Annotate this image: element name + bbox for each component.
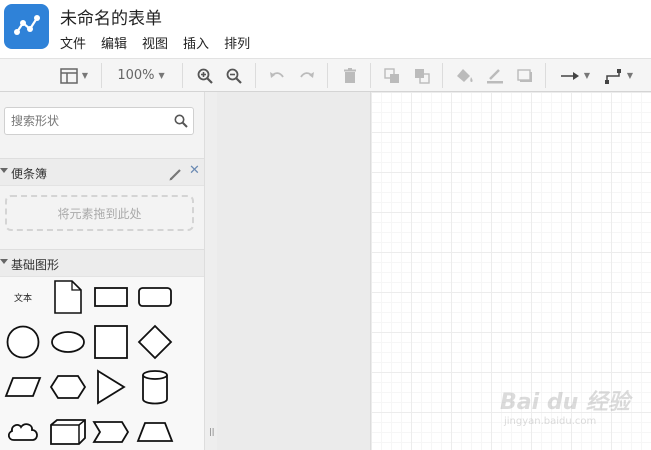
chevron-down-icon bbox=[0, 259, 8, 264]
fill-color-button[interactable] bbox=[454, 59, 476, 92]
menu-edit[interactable]: 编辑 bbox=[101, 33, 127, 52]
line-color-icon bbox=[486, 67, 504, 84]
waypoint-style-button[interactable]: ▼ bbox=[600, 59, 638, 92]
connection-style-button[interactable]: ▼ bbox=[556, 59, 594, 92]
zoom-out-icon bbox=[226, 68, 242, 84]
connection-arrow-icon bbox=[560, 71, 580, 81]
shape-step[interactable] bbox=[91, 412, 131, 450]
undo-icon bbox=[269, 70, 285, 82]
menu-view[interactable]: 视图 bbox=[142, 33, 168, 52]
redo-icon bbox=[299, 70, 315, 82]
chevron-down-icon: ▼ bbox=[81, 71, 89, 80]
format-panel-icon bbox=[60, 67, 78, 84]
text-shape-label: 文本 bbox=[13, 293, 32, 304]
scratchpad-drop-hint: 将元素拖到此处 bbox=[57, 206, 142, 221]
toolbar-divider bbox=[255, 63, 256, 88]
zoom-level: 100% bbox=[117, 68, 155, 83]
undo-button[interactable] bbox=[266, 59, 288, 92]
scratchpad-title: 便条簿 bbox=[11, 167, 48, 181]
chevron-down-icon bbox=[0, 168, 8, 173]
toolbar-divider bbox=[545, 63, 546, 88]
menu-bar: 文件 编辑 视图 插入 排列 bbox=[60, 33, 265, 52]
zoom-out-button[interactable] bbox=[223, 59, 245, 92]
document-title[interactable]: 未命名的表单 bbox=[60, 4, 162, 29]
zoom-in-icon bbox=[197, 68, 213, 84]
shadow-button[interactable] bbox=[514, 59, 536, 92]
drag-handle-icon: || bbox=[209, 427, 215, 436]
general-shapes-title: 基础图形 bbox=[11, 258, 60, 272]
shape-cube[interactable] bbox=[48, 412, 88, 450]
redo-button[interactable] bbox=[296, 59, 318, 92]
fill-color-icon bbox=[456, 68, 474, 84]
toolbar-divider bbox=[182, 63, 183, 88]
to-front-button[interactable] bbox=[381, 59, 403, 92]
shape-search-box bbox=[4, 107, 194, 135]
search-icon[interactable] bbox=[174, 113, 188, 132]
app-header: 未命名的表单 文件 编辑 视图 插入 排列 bbox=[0, 0, 651, 58]
toolbar-divider bbox=[101, 63, 102, 88]
menu-insert[interactable]: 插入 bbox=[183, 33, 209, 52]
zoom-select[interactable]: 100% ▼ bbox=[110, 59, 172, 92]
general-shapes-header[interactable]: 基础图形 bbox=[0, 249, 204, 277]
shape-rounded-rectangle[interactable] bbox=[135, 277, 175, 317]
workspace-background bbox=[217, 92, 370, 450]
zoom-in-button[interactable] bbox=[194, 59, 216, 92]
shape-note[interactable] bbox=[48, 277, 88, 317]
toolbar: ▼ 100% ▼ ▼ ▼ bbox=[0, 58, 651, 92]
shape-trapezoid[interactable] bbox=[135, 412, 175, 450]
shape-palette: 文本 bbox=[0, 277, 204, 450]
delete-icon bbox=[343, 67, 357, 84]
chevron-down-icon: ▼ bbox=[626, 71, 634, 80]
diagram-logo-icon[interactable] bbox=[4, 4, 49, 49]
toolbar-divider bbox=[442, 63, 443, 88]
menu-arrange[interactable]: 排列 bbox=[224, 33, 250, 52]
shape-square[interactable] bbox=[91, 322, 131, 362]
line-color-button[interactable] bbox=[484, 59, 506, 92]
watermark-url: jingyan.baidu.com bbox=[504, 416, 597, 427]
sidebar-splitter[interactable]: || bbox=[204, 92, 217, 450]
shape-hexagon[interactable] bbox=[48, 367, 88, 407]
menu-file[interactable]: 文件 bbox=[60, 33, 86, 52]
search-input[interactable] bbox=[5, 108, 179, 134]
shape-ellipse[interactable] bbox=[48, 322, 88, 362]
shape-cylinder[interactable] bbox=[135, 367, 175, 407]
shape-cloud[interactable] bbox=[3, 412, 43, 450]
shadow-icon bbox=[517, 68, 533, 83]
scratchpad-header[interactable]: 便条簿 ✕ bbox=[0, 158, 204, 186]
baidu-watermark: Bai du 经验 jingyan.baidu.com bbox=[500, 376, 650, 432]
to-front-icon bbox=[384, 67, 400, 84]
edit-pencil-icon[interactable] bbox=[169, 166, 182, 185]
toolbar-divider bbox=[370, 63, 371, 88]
shape-sidebar: 便条簿 ✕ 将元素拖到此处 基础图形 文本 bbox=[0, 92, 204, 450]
shape-parallelogram[interactable] bbox=[3, 367, 43, 407]
shape-triangle[interactable] bbox=[91, 367, 131, 407]
chevron-down-icon: ▼ bbox=[158, 71, 165, 80]
to-back-button[interactable] bbox=[411, 59, 433, 92]
format-panel-button[interactable]: ▼ bbox=[55, 59, 93, 92]
to-back-icon bbox=[414, 68, 430, 84]
shape-circle[interactable] bbox=[3, 322, 43, 362]
shape-diamond[interactable] bbox=[135, 322, 175, 362]
scratchpad-drop-area[interactable]: 将元素拖到此处 bbox=[5, 195, 194, 231]
toolbar-divider bbox=[327, 63, 328, 88]
watermark-brand: Bai du 经验 bbox=[500, 390, 630, 415]
waypoint-style-icon bbox=[604, 68, 623, 84]
shape-text[interactable]: 文本 bbox=[3, 277, 43, 317]
chevron-down-icon: ▼ bbox=[583, 71, 591, 80]
delete-button[interactable] bbox=[339, 59, 361, 92]
close-icon[interactable]: ✕ bbox=[189, 164, 200, 178]
shape-rectangle[interactable] bbox=[91, 277, 131, 317]
